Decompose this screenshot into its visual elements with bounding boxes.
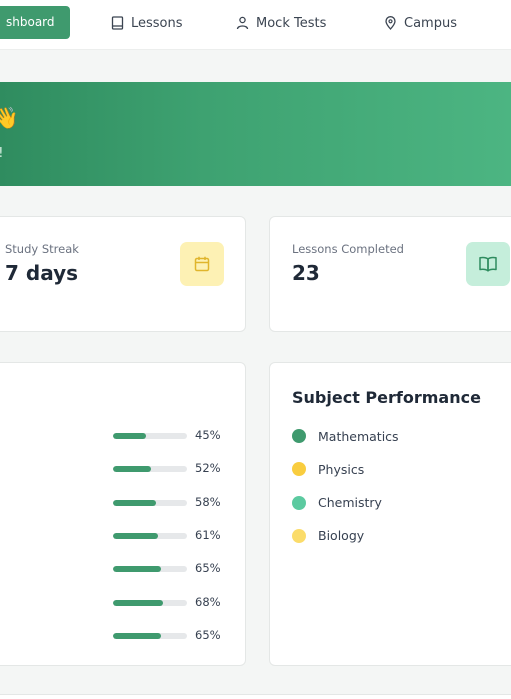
progress-row: 52%: [113, 461, 233, 476]
legend-dot-icon: [292, 429, 306, 443]
legend-dot-icon: [292, 528, 306, 543]
progress-fill: [113, 632, 162, 639]
progress-percent-label: 58%: [195, 494, 221, 509]
study-streak-card: Study Streak 7 days: [0, 216, 246, 332]
calendar-icon: [180, 242, 224, 286]
lessons-completed-label: Lessons Completed: [292, 242, 404, 256]
subject-legend-item: Physics: [292, 461, 364, 477]
progress-row: 58%: [113, 494, 233, 510]
progress-percent-label: 61%: [195, 527, 221, 542]
progress-fill: [113, 532, 159, 539]
subject-legend-item: Biology: [292, 528, 364, 544]
progress-percent-label: 52%: [195, 461, 221, 476]
progress-fill: [113, 433, 147, 439]
subject-legend-label: Physics: [318, 461, 365, 477]
progress-track: [113, 632, 187, 639]
lessons-completed-card: Lessons Completed 23: [269, 216, 511, 332]
progress-percent-label: 65%: [195, 561, 221, 576]
progress-row: 65%: [113, 627, 233, 643]
book-open-icon: [466, 242, 510, 286]
subject-performance-card: Subject Performance Mathematics Physics Ch…: [269, 362, 511, 666]
subject-performance-title: Subject Performance: [292, 388, 481, 407]
progress-row: 45%: [113, 428, 233, 443]
progress-fill: [113, 599, 164, 606]
progress-row: 61%: [113, 527, 233, 543]
welcome-banner: ! 👋 p!: [0, 82, 511, 186]
progress-track: [113, 599, 187, 606]
progress-track: [113, 499, 187, 506]
progress-percent-label: 68%: [195, 594, 221, 609]
lessons-completed-value: 23: [292, 261, 320, 285]
waving-hand-icon: 👋: [0, 106, 20, 130]
nav-campus-link[interactable]: Campus: [384, 13, 457, 33]
subject-legend-label: Mathematics: [318, 428, 399, 444]
user-icon: [236, 16, 249, 30]
progress-percent-label: 65%: [195, 627, 221, 642]
progress-row: 65%: [113, 561, 233, 576]
nav-mock-tests-label: Mock Tests: [256, 15, 327, 31]
footer-divider: [0, 694, 511, 699]
top-nav: shboard Lessons Mock Tests Campus: [0, 0, 511, 50]
progress-card: 45% 52% 58% 61% 65% 68% 65%: [0, 362, 246, 666]
study-streak-value: 7 days: [5, 261, 79, 285]
progress-percent-label: 45%: [195, 428, 221, 442]
nav-lessons-link[interactable]: Lessons: [111, 13, 183, 33]
progress-track: [113, 466, 187, 473]
location-pin-icon: [385, 16, 396, 30]
progress-fill: [113, 466, 152, 473]
progress-track: [113, 566, 187, 573]
progress-fill: [113, 566, 162, 573]
legend-dot-icon: [292, 462, 306, 477]
progress-row: 68%: [113, 594, 233, 610]
nav-campus-label: Campus: [404, 15, 457, 31]
welcome-title: ! 👋: [0, 106, 19, 131]
nav-dashboard-button[interactable]: shboard: [0, 6, 70, 39]
welcome-subtitle: p!: [0, 146, 3, 161]
subject-legend-label: Chemistry: [318, 495, 382, 511]
book-icon: [111, 16, 124, 30]
nav-lessons-label: Lessons: [131, 15, 183, 31]
progress-fill: [113, 499, 156, 506]
study-streak-label: Study Streak: [5, 242, 79, 256]
subject-legend-label: Biology: [318, 528, 365, 544]
subject-legend-item: Chemistry: [292, 495, 382, 511]
progress-track: [113, 532, 187, 539]
nav-mock-tests-link[interactable]: Mock Tests: [236, 13, 326, 33]
subject-legend-item: Mathematics: [292, 428, 399, 444]
progress-track: [113, 433, 187, 439]
legend-dot-icon: [292, 495, 306, 510]
